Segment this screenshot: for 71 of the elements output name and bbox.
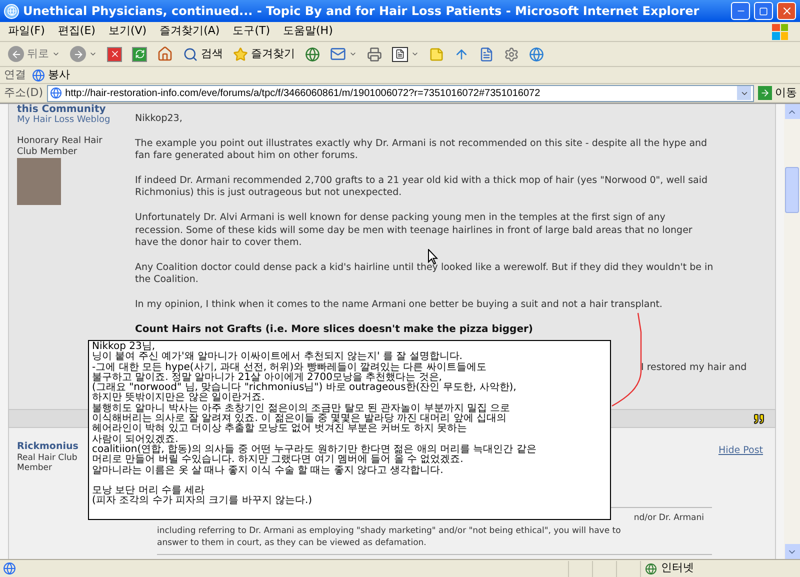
post-paragraph: Nikkop23, — [135, 113, 182, 126]
caret-icon — [349, 50, 357, 58]
scroll-up-icon[interactable] — [784, 104, 800, 119]
member-rank: Honorary Real Hair Club Member — [17, 136, 104, 158]
globe-icon — [50, 87, 62, 99]
mail-icon — [330, 46, 346, 62]
author-name: Rickmonius — [17, 440, 78, 453]
menu-item[interactable]: 편집(E) — [58, 23, 96, 40]
links-label: 연결 — [4, 66, 26, 83]
globe-icon — [32, 68, 45, 82]
hide-post-link[interactable]: Hide Post — [718, 444, 763, 458]
close-button[interactable] — [777, 2, 796, 20]
quote-icon[interactable] — [753, 412, 765, 424]
post-paragraph: Unfortunately Dr. Alvi Armani is well known for dense packing young men in the temples at the first sign of any recession. Some of these kids will some day be men with teenage hairlines in front of large bald areas that no longer have the donor hair to cover them. — [135, 212, 692, 250]
menu-item[interactable]: 보기(V) — [108, 23, 147, 40]
quote-text: nd/or Dr. Armani — [634, 512, 704, 525]
member-rank: Real Hair Club Member — [17, 453, 78, 473]
arrow-icon — [760, 88, 770, 98]
author-name: this Community — [17, 104, 107, 115]
caret-icon — [52, 50, 60, 58]
post-paragraph: If indeed Dr. Armani recommended 2,700 grafts to a 21 year old kid with a thick mop of hair (yes "Norwood 0", well said Richmonius) this is just outrageous but not unexpected. — [135, 175, 708, 200]
gear-icon — [504, 46, 519, 62]
address-label: 주소(D) — [4, 84, 44, 101]
caret-icon — [89, 50, 97, 58]
menu-item[interactable]: 즐겨찾기(A) — [160, 23, 220, 40]
globe-icon — [645, 562, 657, 574]
stop-icon — [107, 46, 122, 62]
globe-icon — [529, 46, 544, 62]
post-paragraph: Count Hairs not Grafts (i.e. More slices doesn't make the pizza bigger) — [135, 324, 533, 336]
back-button[interactable]: 뒤로 — [6, 44, 62, 64]
menu-item[interactable]: 도움말(H) — [283, 23, 333, 40]
maximize-button[interactable] — [754, 2, 773, 20]
close-icon — [780, 5, 792, 17]
zone-label: 인터넷 — [661, 560, 694, 576]
post-paragraph: Any Coalition doctor could dense pack a kid's hairline until they looked like a werewolf. But if they did they wouldn't be in the Coalition. — [135, 262, 714, 287]
star-icon — [233, 46, 248, 62]
photo-placeholder — [17, 158, 61, 205]
translated-text: 모낭 보단 머리 수를 세라 (피자 조각의 수가 피자의 크기를 바꾸지 않는다.) — [92, 486, 314, 507]
search-button[interactable]: 검색 — [181, 44, 225, 64]
refresh-icon — [132, 46, 147, 62]
arrow-icon — [454, 46, 469, 62]
globe-icon — [305, 46, 320, 62]
printer-icon — [367, 46, 382, 62]
search-icon — [183, 46, 198, 62]
translated-text: Nikkop 23님, 닝이 붙여 주신 예가'왜 알마니가 이싸이트에서 추천되지 않는지' 를 잘 설명합니다. -그에 대한 모든 hype(사기, 과대 선전, 허위)와 빵빠레들이 깔려있는 다른 싸이트들에도 불구하고 말이죠. 정말 알마니가 21살 아이에게 2700모낭을 추천했다는 것은, (그래요 "norwood" 님, 맞습니다 "richmonius님") 바로 outrageous한(잔인 무도한, 사악한), 하지만 뜻밖이지만은 않은 일이란거죠. 불행히도 알마니 박사는 아주 초창기인 젊은이의 조금만 탈모 된 관자놀이 부분까지 밀집 으로 이식해버리는 의사로 잘 알려져 있죠. 이 젊은이들 중 몇몇은 발라당 까진 대머리 앞에 십대의 헤어라인이 박혀 있고 더이상 추출할 모낭도 없어 벗겨진 부분은 커버도 하지 못하는 사람이 되어있겠죠. coalitiion(연합, 합동)의 의사들 중 어떤 누구라도 원하기만 한다면 젊은 애의 머리를 늑대인간 같은 머리로 만들어 버릴 수있습니다. 하지만 그랬다면 여기 멤버에 들어 올 수 없었겠죠. 알마니라는 이름은 옷 살 때나 좋지 이식 수술 할 때는 좋지 않다고 생각합니다. — [92, 342, 538, 476]
link-item[interactable]: 봉사 — [32, 66, 70, 84]
post-paragraph: The example you point out illustrates exactly why Dr. Armani is not recommended on this site - despite all the hype and fan fare generated about him on other forums. — [135, 138, 708, 163]
document-icon — [392, 46, 408, 62]
home-icon — [157, 46, 173, 62]
weblog-link[interactable]: My Hair Loss Weblog — [17, 115, 127, 126]
windows-logo-icon — [772, 24, 788, 40]
maximize-icon — [759, 6, 768, 16]
post-paragraph: In my opinion, I think when it comes to the name Armani one better be buying a suit and not a hair transplant. — [135, 299, 662, 312]
favorites-button[interactable]: 즐겨찾기 — [231, 44, 297, 64]
scroll-thumb[interactable] — [785, 167, 799, 213]
browser-icon — [4, 4, 19, 18]
quote-text: including referring to Dr. Armani as employing "shady marketing" and/or "not being ethical", you will have to — [157, 524, 621, 538]
note-icon — [429, 46, 444, 62]
minimize-button[interactable] — [731, 2, 750, 20]
menu-item[interactable]: 파일(F) — [8, 23, 45, 40]
go-button[interactable]: 이동 — [758, 84, 797, 102]
scroll-down-icon[interactable] — [784, 544, 800, 559]
caret-icon — [411, 50, 419, 58]
forward-icon — [70, 46, 86, 62]
window-title: Unethical Physicians, continued... - Topic By and for Hair Loss Patients - Microsoft Internet Explorer — [23, 3, 700, 20]
menu-item[interactable]: 도구(T) — [232, 23, 270, 40]
scrollbar[interactable] — [784, 104, 800, 559]
back-icon — [8, 46, 24, 62]
address-field[interactable]: http://hair-restoration-info.com/eve/forums/a/tpc/f/3466060861/m/1901006072?r=7351016072#7351016072 — [47, 84, 754, 102]
quote-text: answer to them in court, as they can be viewed as defamation. — [157, 537, 426, 550]
post-text: I restored my hair and — [641, 362, 747, 375]
